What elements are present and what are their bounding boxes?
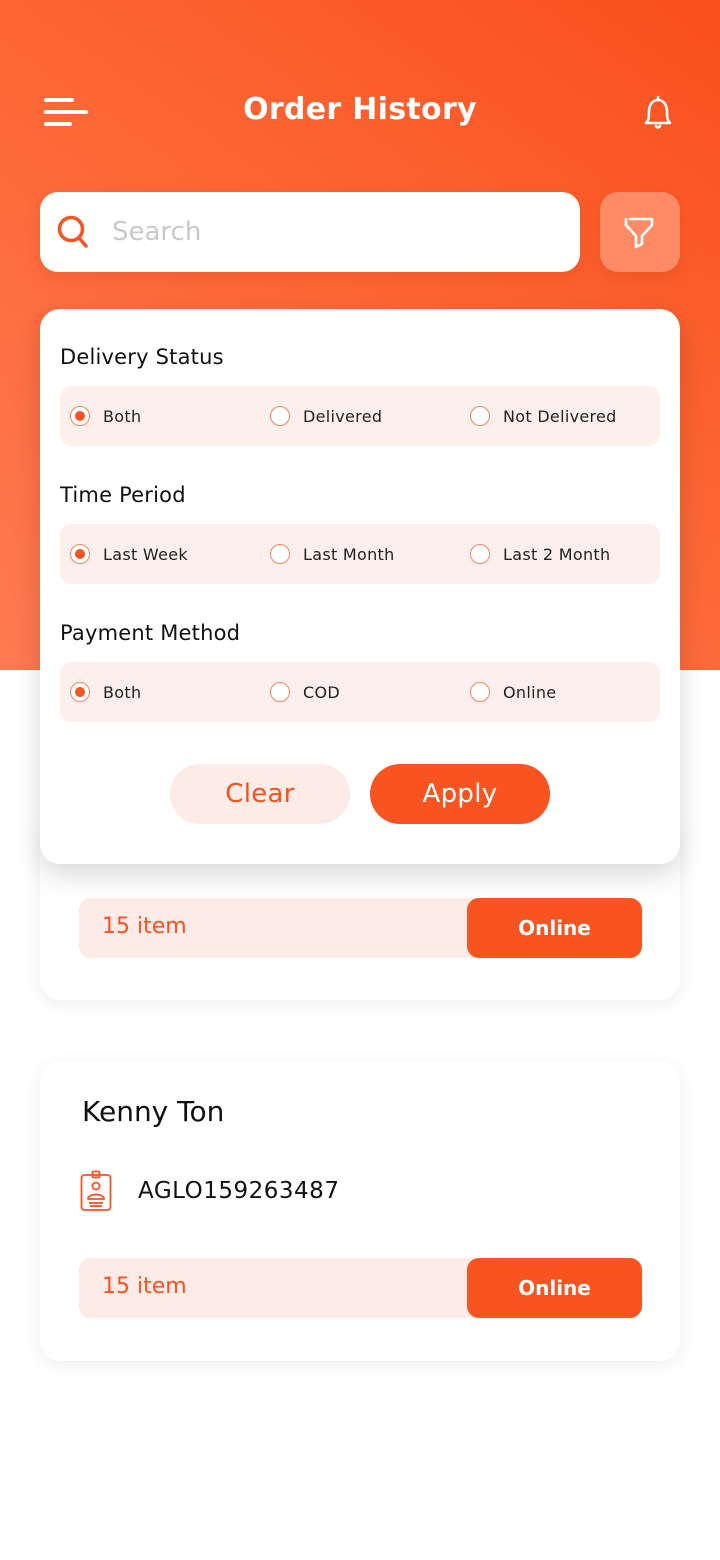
order-summary-bar: 15 item Online [79, 898, 642, 958]
radio-button[interactable] [270, 544, 290, 564]
radio-button[interactable] [70, 406, 90, 426]
radio-payment-both[interactable]: Both [70, 662, 141, 722]
order-id: AGLO159263487 [138, 1178, 340, 1204]
filter-button[interactable] [600, 192, 680, 272]
order-id-row: AGLO159263487 [80, 1169, 339, 1213]
radio-payment-cod[interactable]: COD [270, 662, 340, 722]
bell-icon[interactable] [636, 92, 680, 136]
radio-delivery-not-delivered[interactable]: Not Delivered [470, 386, 617, 446]
filter-funnel-icon [624, 217, 654, 249]
radio-button[interactable] [470, 406, 490, 426]
order-card[interactable]: Kenny Ton AGLO159263487 15 item Online [40, 1061, 680, 1361]
search-icon [57, 215, 88, 248]
order-summary-bar: 15 item Online [79, 1258, 642, 1318]
clear-button[interactable]: Clear [170, 764, 350, 824]
search-input[interactable] [112, 208, 552, 256]
radio-button[interactable] [70, 682, 90, 702]
page-title: Order History [243, 92, 477, 127]
radio-button[interactable] [470, 544, 490, 564]
radio-delivery-both[interactable]: Both [70, 386, 141, 446]
radio-button[interactable] [470, 682, 490, 702]
payment-method-options: Both COD Online [60, 662, 660, 722]
section-title-delivery-status: Delivery Status [60, 345, 224, 369]
customer-name: Kenny Ton [82, 1095, 225, 1128]
item-count: 15 item [102, 914, 187, 939]
radio-button[interactable] [270, 406, 290, 426]
radio-time-last-2-month[interactable]: Last 2 Month [470, 524, 610, 584]
radio-button[interactable] [270, 682, 290, 702]
radio-time-last-month[interactable]: Last Month [270, 524, 395, 584]
section-title-time-period: Time Period [60, 483, 186, 507]
filter-panel: Delivery Status Both Delivered Not Deliv… [40, 309, 680, 864]
item-count: 15 item [102, 1274, 187, 1299]
payment-method-tag[interactable]: Online [467, 1258, 642, 1318]
section-title-payment-method: Payment Method [60, 621, 241, 645]
radio-delivery-delivered[interactable]: Delivered [270, 386, 382, 446]
radio-payment-online[interactable]: Online [470, 662, 556, 722]
delivery-status-options: Both Delivered Not Delivered [60, 386, 660, 446]
time-period-options: Last Week Last Month Last 2 Month [60, 524, 660, 584]
top-bar: Order History [0, 80, 720, 144]
payment-method-tag[interactable]: Online [467, 898, 642, 958]
search-bar [40, 192, 580, 272]
id-badge-icon [80, 1170, 112, 1211]
radio-time-last-week[interactable]: Last Week [70, 524, 188, 584]
radio-button[interactable] [70, 544, 90, 564]
apply-button[interactable]: Apply [370, 764, 550, 824]
